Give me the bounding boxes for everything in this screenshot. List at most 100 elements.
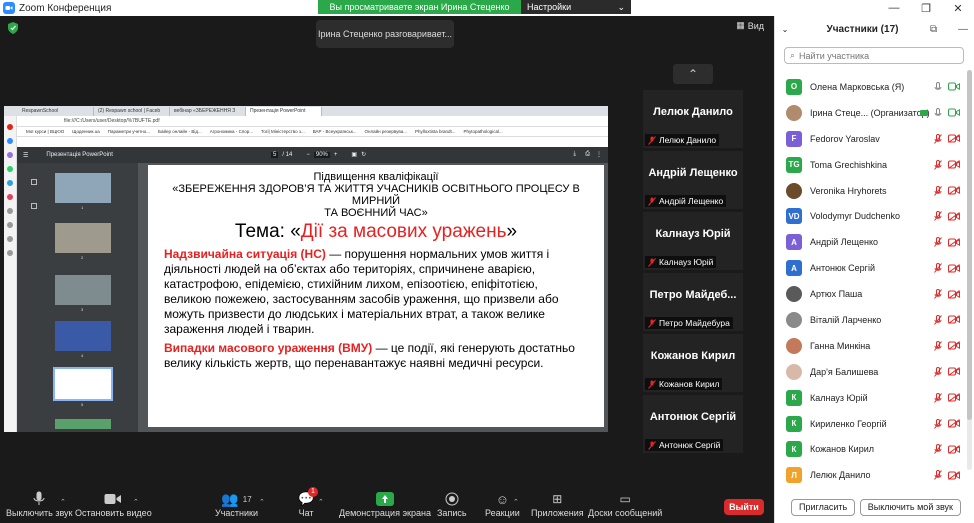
panel-scrollbar[interactable] bbox=[967, 70, 972, 470]
view-options-button[interactable]: Настройки просмотра ⌄ bbox=[521, 0, 631, 26]
address-bar[interactable]: file:///C:/Users/user/Desktop/%7BUFTE.pd… bbox=[4, 116, 608, 127]
chevron-up-icon[interactable]: ⌃ bbox=[60, 498, 66, 506]
messenger-icon[interactable] bbox=[7, 152, 13, 158]
stop-video-button[interactable]: ⌃ Остановить видео bbox=[75, 490, 152, 518]
participant-row[interactable]: О Олена Марковська (Я) bbox=[775, 74, 965, 100]
telegram-icon[interactable] bbox=[7, 180, 13, 186]
participant-row[interactable]: Ірина Стеце... (Организатор) bbox=[775, 100, 965, 126]
participants-button[interactable]: 👥 17 ⌃ Участники bbox=[215, 490, 265, 519]
chevron-up-icon[interactable]: ⌃ bbox=[513, 498, 519, 506]
mute-me-button[interactable]: Выключить мой звук bbox=[859, 499, 961, 516]
search-placeholder: Найти участника bbox=[799, 50, 870, 61]
collapse-thumbnails-button[interactable]: ⌃ bbox=[673, 64, 713, 84]
chevron-up-icon[interactable]: ⌃ bbox=[133, 498, 139, 506]
video-tile[interactable]: Кожанов Кирил Кожанов Кирил bbox=[643, 334, 743, 392]
page-thumbnail[interactable] bbox=[55, 173, 111, 203]
invite-button[interactable]: Пригласить bbox=[791, 499, 856, 516]
participant-row[interactable]: А Андрій Лещенко bbox=[775, 229, 965, 255]
view-button[interactable]: ▦ Вид bbox=[736, 20, 764, 31]
opera-icon[interactable] bbox=[7, 124, 13, 130]
instagram-icon[interactable] bbox=[7, 194, 13, 200]
bookmark[interactable]: Онлайн резервува... bbox=[365, 129, 407, 134]
mic-muted-icon bbox=[934, 444, 942, 455]
video-tile[interactable]: Петро Майдеб... Петро Майдебура bbox=[643, 273, 743, 331]
page-thumbnail[interactable] bbox=[55, 275, 111, 305]
video-tile[interactable]: Антонюк Сергій Антонюк Сергій bbox=[643, 395, 743, 453]
participant-row[interactable]: Л Лелюк Данило bbox=[775, 462, 965, 488]
page-thumbnail[interactable] bbox=[55, 321, 111, 351]
microphone-icon bbox=[33, 491, 45, 505]
avatar: А bbox=[786, 260, 802, 277]
bookmark[interactable]: Phytopathological... bbox=[464, 129, 503, 134]
participant-row[interactable]: Veronika Hryhorets bbox=[775, 178, 965, 204]
bookmark[interactable]: Байер онлайн - Від... bbox=[158, 129, 202, 134]
print-icon[interactable]: ⎙ bbox=[585, 151, 590, 158]
participant-row[interactable]: Артюх Паша bbox=[775, 281, 965, 307]
scrollbar-thumb[interactable] bbox=[967, 70, 972, 420]
chevron-up-icon[interactable]: ⌃ bbox=[259, 498, 265, 506]
zoom-out-icon[interactable]: − bbox=[306, 152, 310, 158]
page-thumbnail[interactable] bbox=[55, 223, 111, 253]
participant-search-input[interactable]: ⌕ Найти участника bbox=[784, 47, 964, 64]
maximize-icon[interactable]: ❐ bbox=[910, 2, 942, 15]
mute-button[interactable]: ⌃ Выключить звук bbox=[6, 490, 73, 518]
chat-button[interactable]: 💬 1 ⌃ Чат bbox=[298, 487, 324, 518]
zoom-in-icon[interactable]: + bbox=[334, 152, 338, 158]
browser-tab-active[interactable]: Презентація PowerPoint bbox=[246, 107, 322, 116]
settings-icon[interactable] bbox=[7, 250, 13, 256]
participant-row[interactable]: Ганна Минкіна bbox=[775, 333, 965, 359]
participant-row[interactable]: К Калнауз Юрій bbox=[775, 385, 965, 411]
thumbnails-icon[interactable] bbox=[31, 179, 37, 185]
chevron-up-icon[interactable]: ⌃ bbox=[318, 498, 324, 506]
popout-icon[interactable]: ⧉ bbox=[930, 24, 937, 35]
bookmark[interactable]: Phylloxtista brandt... bbox=[415, 129, 456, 134]
menu-icon[interactable]: ☰ bbox=[23, 152, 28, 159]
bookmark[interactable]: Мої курси | ВЦЮО bbox=[26, 129, 64, 134]
bookmark[interactable]: Параметри учетно... bbox=[108, 129, 150, 134]
participant-row[interactable]: TG Toma Grechishkina bbox=[775, 152, 965, 178]
whiteboards-button[interactable]: ▭ Доски сообщений bbox=[588, 490, 662, 518]
bookmark[interactable]: Тогі| Міністерство з... bbox=[261, 129, 305, 134]
participant-row[interactable]: Дар'я Балишева bbox=[775, 359, 965, 385]
browser-tab[interactable]: RespawnSchool bbox=[18, 107, 94, 116]
participant-row[interactable]: А Антонюк Сергій bbox=[775, 255, 965, 281]
more-icon[interactable]: ⋮ bbox=[596, 151, 602, 158]
chevron-down-icon[interactable]: ⌄ bbox=[775, 25, 795, 34]
heart-icon[interactable] bbox=[7, 236, 13, 242]
video-tile[interactable]: Лелюк Данило Лелюк Данило bbox=[643, 90, 743, 148]
video-tile[interactable]: Калнауз Юрій Калнауз Юрій bbox=[643, 212, 743, 270]
page-thumbnail[interactable] bbox=[55, 419, 111, 429]
page-input[interactable]: 5 bbox=[271, 151, 279, 158]
security-shield-icon[interactable] bbox=[8, 22, 18, 34]
participant-row[interactable]: F Fedorov Yaroslav bbox=[775, 126, 965, 152]
bookmark[interactable]: Щоденник.ua bbox=[72, 129, 99, 134]
home-icon[interactable] bbox=[7, 138, 13, 144]
video-off-icon bbox=[948, 186, 960, 195]
record-button[interactable]: Запись bbox=[437, 490, 467, 518]
participant-row[interactable]: К Кириленко Георгій bbox=[775, 411, 965, 437]
reactions-button[interactable]: ☺ ⌃ Реакции bbox=[485, 490, 520, 519]
close-icon[interactable]: ✕ bbox=[942, 2, 974, 15]
bookmark[interactable]: ВАР - Всеукраїнськ... bbox=[313, 129, 357, 134]
participant-row[interactable]: К Кожанов Кирил bbox=[775, 436, 965, 462]
browser-tab[interactable]: (2) Respawn school | Faceb bbox=[94, 107, 170, 116]
minimize-icon[interactable]: — bbox=[878, 2, 910, 14]
participant-row[interactable]: Віталій Ларченко bbox=[775, 307, 965, 333]
clock-icon[interactable] bbox=[7, 208, 13, 214]
rotate-icon[interactable]: ↻ bbox=[361, 151, 366, 158]
page-thumbnail-selected[interactable] bbox=[53, 367, 113, 401]
download-icon[interactable]: ⤓ bbox=[573, 151, 576, 158]
video-tile[interactable]: Андрій Лещенко Андрій Лещенко bbox=[643, 151, 743, 209]
zoom-input[interactable]: 90% bbox=[313, 151, 330, 158]
share-screen-button[interactable]: Демонстрация экрана bbox=[339, 490, 431, 518]
fit-page-icon[interactable]: ▣ bbox=[351, 151, 357, 158]
apps-button[interactable]: ⊞ Приложения bbox=[531, 490, 584, 518]
leave-button[interactable]: Выйти bbox=[724, 499, 764, 515]
whatsapp-icon[interactable] bbox=[7, 166, 13, 172]
bookmark[interactable]: Агрономика - Спор... bbox=[210, 129, 253, 134]
participant-row[interactable]: VD Volodymyr Dudchenko bbox=[775, 203, 965, 229]
outline-icon[interactable] bbox=[31, 203, 37, 209]
browser-tab[interactable]: вебінар «ЗБЕРЕЖЕННЯ З bbox=[170, 107, 246, 116]
send-icon[interactable] bbox=[7, 222, 13, 228]
minimize-icon[interactable]: — bbox=[958, 24, 968, 35]
